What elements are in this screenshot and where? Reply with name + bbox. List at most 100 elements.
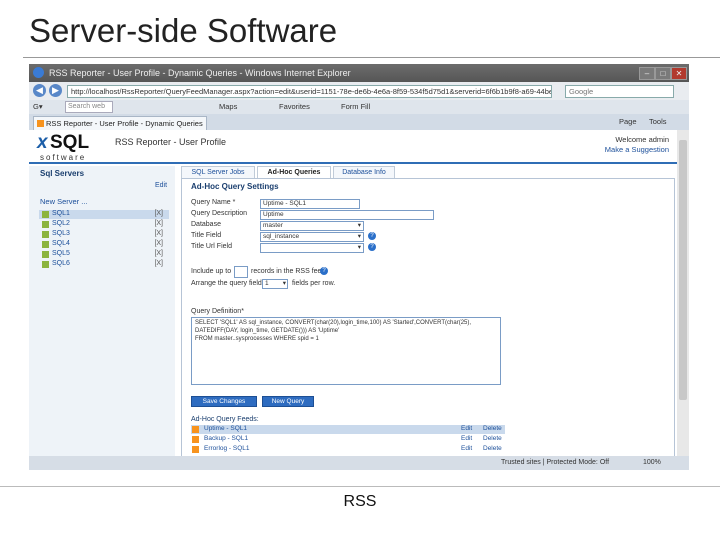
page-menu[interactable]: Page [619,117,637,126]
query-name-label: Query Name * [191,199,236,206]
title-field-select[interactable]: sql_instance ▾ [260,232,364,242]
arrange-suffix: fields per row. [292,280,336,287]
help-icon[interactable]: ? [368,232,376,240]
new-query-button[interactable]: New Query [262,396,314,407]
server-icon [42,251,49,258]
slide-caption: RSS [343,493,377,510]
dropdown-arrow-icon: ▾ [282,280,286,287]
title-divider [23,57,720,58]
web-page: x SQL software RSS Reporter - User Profi… [29,130,677,456]
forward-icon[interactable]: ▶ [49,84,62,97]
remove-server-button[interactable]: [X] [154,220,163,227]
include-prefix: Include up to [191,268,232,275]
server-icon [42,221,49,228]
rss-icon [192,446,199,453]
page-tabs: SQL Server Jobs Ad-Hoc Queries Database … [181,166,677,178]
toolbar-favorites[interactable]: Favorites [279,102,310,111]
status-zone: Trusted sites | Protected Mode: Off [501,459,610,466]
close-button[interactable]: ✕ [671,67,687,80]
vertical-scrollbar[interactable] [677,130,689,456]
remove-server-button[interactable]: [X] [154,210,163,217]
app-title: RSS Reporter - User Profile [115,137,227,147]
save-changes-button[interactable]: Save Changes [191,396,257,407]
server-item[interactable]: SQL2 [X] [39,220,169,229]
rss-icon [192,426,199,433]
scrollbar-thumb[interactable] [679,140,687,400]
record-count-input[interactable] [234,266,248,278]
server-sidebar: Sql Servers Edit New Server ... SQL1 [X] … [29,166,175,456]
ad-hoc-settings-panel: Ad-Hoc Query Settings Query Name * Uptim… [181,178,675,456]
tab-database-info[interactable]: Database Info [333,166,395,178]
remove-server-button[interactable]: [X] [154,260,163,267]
status-bar: Trusted sites | Protected Mode: Off 100% [29,456,689,470]
database-select[interactable]: master ▾ [260,221,364,231]
feed-item[interactable]: Errorlog - SQL1 Edit Delete [191,445,505,454]
toolbar-maps[interactable]: Maps [219,102,237,111]
server-item[interactable]: SQL5 [X] [39,250,169,259]
server-icon [42,211,49,218]
new-server-link[interactable]: New Server ... [40,197,88,206]
remove-server-button[interactable]: [X] [154,230,163,237]
address-bar-row: ◀ ▶ http://localhost/RssReporter/QueryFe… [29,82,689,100]
tab-ad-hoc-queries[interactable]: Ad-Hoc Queries [257,166,331,178]
help-icon[interactable]: ? [320,267,328,275]
browser-tab-label: RSS Reporter - User Profile - Dynamic Qu… [46,119,203,128]
suggestion-link[interactable]: Make a Suggestion [605,145,669,154]
delete-link[interactable]: Delete [483,425,502,432]
rss-icon [192,436,199,443]
header-divider [29,162,677,164]
search-engine-input[interactable]: Google [565,85,674,98]
database-label: Database [191,221,221,228]
xsql-logo: x SQL software [37,132,90,162]
help-icon[interactable]: ? [368,243,376,251]
remove-server-button[interactable]: [X] [154,240,163,247]
dropdown-arrow-icon: ▾ [357,222,361,229]
server-icon [42,241,49,248]
server-item[interactable]: SQL3 [X] [39,230,169,239]
include-suffix: records in the RSS feed. [251,268,328,275]
tab-sql-server-jobs[interactable]: SQL Server Jobs [181,166,255,178]
sidebar-edit-link[interactable]: Edit [155,182,167,189]
toolbar-form-fill[interactable]: Form Fill [341,102,370,111]
feeds-label: Ad-Hoc Query Feeds: [191,416,259,423]
query-description-field[interactable]: Uptime [260,210,434,220]
welcome-text: Welcome admin [615,135,669,144]
edit-link[interactable]: Edit [461,445,472,452]
ie-logo-icon [33,67,44,78]
feed-item[interactable]: Uptime - SQL1 Edit Delete [191,425,505,434]
browser-screenshot: RSS Reporter - User Profile - Dynamic Qu… [29,64,689,470]
server-item[interactable]: SQL6 [X] [39,260,169,269]
edit-link[interactable]: Edit [461,425,472,432]
toolbar-search-input[interactable]: Search web [65,101,113,113]
browser-tab-row: RSS Reporter - User Profile - Dynamic Qu… [29,114,689,131]
panel-title: Ad-Hoc Query Settings [191,182,279,191]
back-icon[interactable]: ◀ [33,84,46,97]
server-icon [42,231,49,238]
tools-menu[interactable]: Tools [649,117,667,126]
fields-per-row-select[interactable]: 1 ▾ [262,279,288,289]
server-item[interactable]: SQL4 [X] [39,240,169,249]
window-titlebar: RSS Reporter - User Profile - Dynamic Qu… [29,64,689,82]
edit-link[interactable]: Edit [461,435,472,442]
server-item[interactable]: SQL1 [X] [39,210,169,219]
feed-item[interactable]: Backup - SQL1 Edit Delete [191,435,505,444]
minimize-button[interactable]: – [639,67,655,80]
dropdown-arrow-icon: ▾ [357,233,361,240]
query-description-label: Query Description [191,210,248,217]
title-url-select[interactable]: ▾ [260,243,364,253]
arrange-prefix: Arrange the query fields in [191,280,273,287]
delete-link[interactable]: Delete [483,435,502,442]
delete-link[interactable]: Delete [483,445,502,452]
query-name-field[interactable]: Uptime - SQL1 [260,199,360,209]
browser-tab[interactable]: RSS Reporter - User Profile - Dynamic Qu… [33,116,207,131]
zoom-level[interactable]: 100% [643,459,661,466]
title-field-label: Title Field [191,232,222,239]
query-definition-textarea[interactable]: SELECT 'SQL1' AS sql_instance, CONVERT(c… [191,317,501,385]
google-toolbar-icon[interactable]: G▾ [33,102,43,111]
server-icon [42,261,49,268]
address-input[interactable]: http://localhost/RssReporter/QueryFeedMa… [67,85,552,98]
title-url-label: Title Url Field [191,243,232,250]
remove-server-button[interactable]: [X] [154,250,163,257]
maximize-button[interactable]: □ [655,67,671,80]
dropdown-arrow-icon: ▾ [357,244,361,251]
